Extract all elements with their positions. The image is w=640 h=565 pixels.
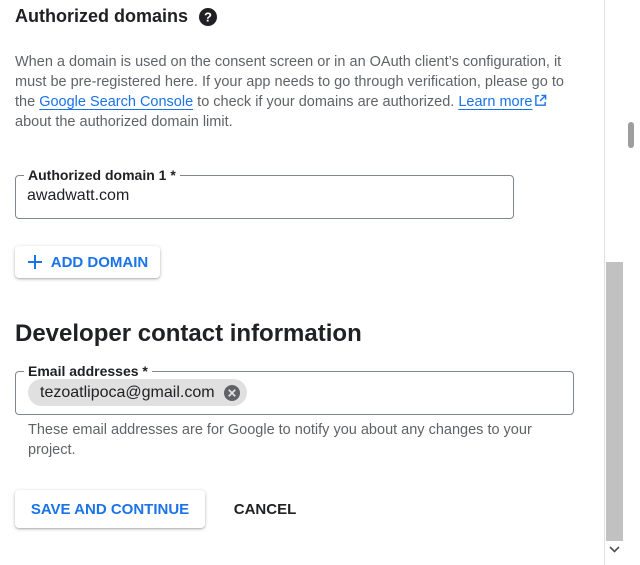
svg-text:?: ? (204, 10, 212, 25)
google-search-console-link[interactable]: Google Search Console (39, 94, 193, 110)
save-and-continue-label: SAVE AND CONTINUE (30, 500, 190, 518)
authorized-domains-title: Authorized domains (15, 6, 189, 26)
oauth-consent-form: Authorized domains ? When a domain is us… (0, 0, 604, 565)
chevron-down-icon[interactable] (607, 542, 622, 557)
authorized-domain-1-field[interactable]: Authorized domain 1 * awadwatt.com (15, 166, 514, 219)
add-domain-label: ADD DOMAIN (50, 253, 149, 271)
help-icon[interactable]: ? (199, 8, 217, 26)
authorized-domains-description: When a domain is used on the consent scr… (15, 52, 575, 132)
email-addresses-hint: These email addresses are for Google to … (28, 422, 532, 458)
cancel-circle-icon[interactable] (223, 384, 241, 402)
inner-scrollbar[interactable] (604, 0, 624, 565)
plus-icon (27, 255, 42, 269)
cancel-button[interactable]: CANCEL (220, 490, 310, 528)
external-link-icon[interactable] (534, 94, 547, 107)
email-chip: tezoatlipoca@gmail.com (28, 379, 247, 406)
scrollbar-thumb[interactable] (606, 262, 623, 541)
page-scrollbar[interactable] (623, 0, 640, 565)
email-chip-text: tezoatlipoca@gmail.com (40, 383, 215, 401)
developer-contact-title: Developer contact information (15, 320, 362, 347)
add-domain-button[interactable]: ADD DOMAIN (15, 246, 160, 278)
email-addresses-label: Email addresses * (24, 362, 152, 380)
learn-more-link[interactable]: Learn more (458, 94, 532, 110)
description-text-3: about the authorized domain limit. (15, 114, 233, 130)
save-and-continue-button[interactable]: SAVE AND CONTINUE (15, 490, 205, 528)
page-scrollbar-thumb[interactable] (628, 122, 634, 148)
cancel-label: CANCEL (233, 500, 297, 518)
description-text-2: to check if your domains are authorized. (193, 94, 459, 110)
authorized-domain-1-value[interactable]: awadwatt.com (27, 187, 129, 205)
email-addresses-field[interactable]: Email addresses * tezoatlipoca@gmail.com (15, 362, 574, 415)
authorized-domain-1-label: Authorized domain 1 * (24, 166, 180, 184)
